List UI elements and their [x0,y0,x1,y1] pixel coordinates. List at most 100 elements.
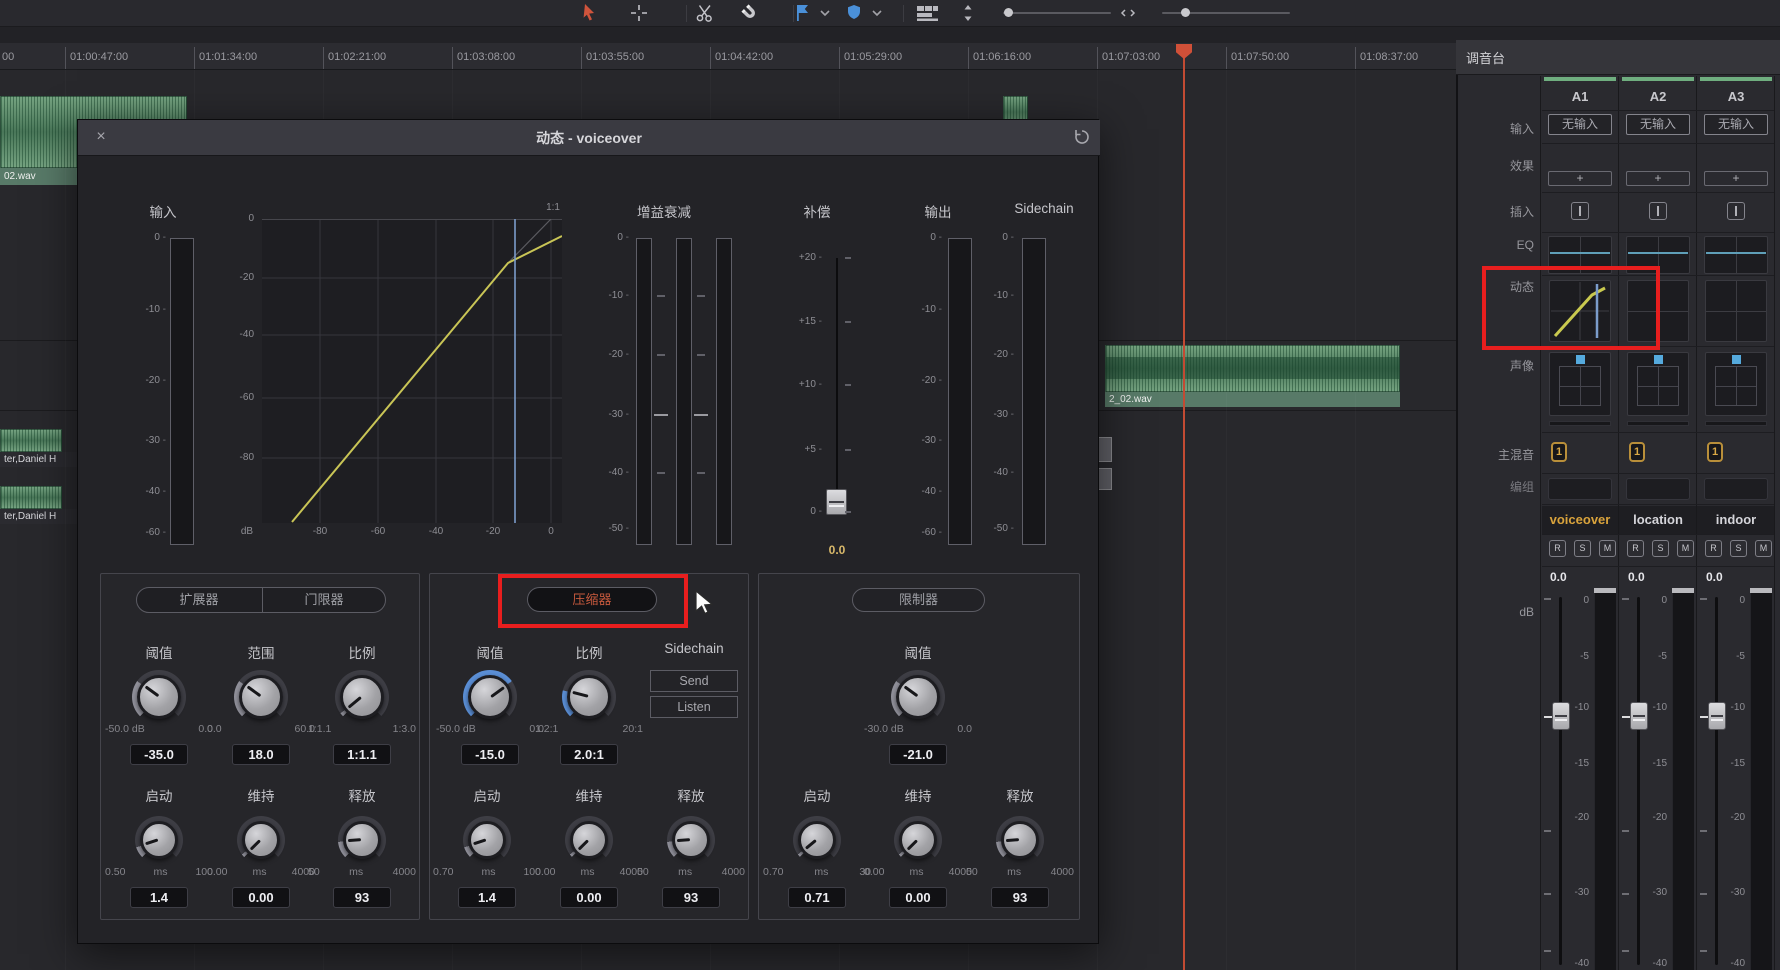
record-arm-button[interactable]: R [1705,540,1722,557]
expander-hold-value[interactable]: 0.00 [232,887,290,908]
compressor-threshold-value[interactable]: -15.0 [461,744,519,765]
makeup-value[interactable]: 0.0 [812,543,862,559]
tab-gate[interactable]: 门限器 [263,588,385,612]
compressor-attack-value[interactable]: 1.4 [458,887,516,908]
pan-thumbnail[interactable] [1627,352,1689,416]
add-effect-button[interactable]: + [1548,171,1612,186]
track-name[interactable]: voiceover [1542,511,1618,529]
compressor-ratio-value[interactable]: 2.0:1 [560,744,618,765]
compressor-release-knob[interactable] [672,821,710,859]
audio-clip[interactable] [0,486,62,509]
flag-icon[interactable] [792,2,818,25]
track-height-icon[interactable] [960,2,986,25]
transfer-curve-graph[interactable] [262,219,562,523]
limiter-threshold-value[interactable]: -21.0 [889,744,947,765]
eq-thumbnail[interactable] [1704,236,1768,274]
expander-ratio-knob[interactable] [340,675,384,719]
pan-slider[interactable] [1705,421,1767,426]
track-layout-icon[interactable] [915,2,941,25]
expander-attack-knob[interactable] [140,821,178,859]
main-bus-badge[interactable]: 1 [1707,442,1723,462]
limiter-release-knob[interactable] [1001,821,1039,859]
expander-release-knob[interactable] [343,821,381,859]
limiter-attack-value[interactable]: 0.71 [788,887,846,908]
compressor-attack-knob[interactable] [468,821,506,859]
group-box[interactable] [1704,478,1768,500]
trim-edit-icon[interactable] [628,2,654,25]
zoom-slider[interactable] [1003,8,1111,19]
fader-track[interactable] [1559,597,1562,965]
group-box[interactable] [1548,478,1612,500]
makeup-slider-handle[interactable] [826,489,847,515]
razor-icon[interactable] [694,2,720,25]
limiter-attack-knob[interactable] [798,821,836,859]
mute-button[interactable]: M [1677,540,1694,557]
timeline-ruler[interactable]: 01:00:47:0001:01:34:0001:02:21:0001:03:0… [0,43,1456,70]
group-box[interactable] [1626,478,1690,500]
add-effect-button[interactable]: + [1626,171,1690,186]
solo-button[interactable]: S [1730,540,1747,557]
chevron-down-icon[interactable] [870,2,896,25]
channel-header[interactable]: A1 [1542,84,1618,109]
main-bus-badge[interactable]: 1 [1551,442,1567,462]
expander-threshold-knob[interactable] [137,675,181,719]
snap-magnet-icon[interactable] [739,2,765,25]
audio-clip[interactable] [0,429,62,452]
compressor-release-value[interactable]: 93 [662,887,720,908]
limiter-hold-knob[interactable] [899,821,937,859]
record-arm-button[interactable]: R [1627,540,1644,557]
insert-toggle-button[interactable] [1649,202,1667,220]
compressor-hold-knob[interactable] [570,821,608,859]
playhead-line[interactable] [1183,57,1185,970]
track-name[interactable]: indoor [1698,511,1774,529]
marker-icon[interactable] [843,2,869,25]
insert-toggle-button[interactable] [1571,202,1589,220]
expander-ratio-value[interactable]: 1:1.1 [333,744,391,765]
limiter-hold-value[interactable]: 0.00 [889,887,947,908]
mute-button[interactable]: M [1755,540,1772,557]
insert-toggle-button[interactable] [1727,202,1745,220]
track-name[interactable]: location [1620,511,1696,529]
expander-range-value[interactable]: 18.0 [232,744,290,765]
input-select-button[interactable]: 无输入 [1626,114,1690,135]
input-select-button[interactable]: 无输入 [1548,114,1612,135]
tab-limiter[interactable]: 限制器 [852,588,985,612]
expander-threshold-value[interactable]: -35.0 [130,744,188,765]
makeup-slider-track[interactable] [836,258,838,510]
expander-release-value[interactable]: 93 [333,887,391,908]
pan-slider[interactable] [1627,421,1689,426]
horizontal-zoom-icon[interactable] [1118,2,1144,25]
dynamics-thumbnail[interactable] [1705,280,1767,342]
fader-handle[interactable] [1552,702,1570,730]
detail-zoom-slider[interactable] [1162,8,1290,19]
reset-icon[interactable] [1072,127,1092,147]
add-effect-button[interactable]: + [1704,171,1768,186]
fader-handle[interactable] [1708,702,1726,730]
solo-button[interactable]: S [1652,540,1669,557]
chevron-down-icon[interactable] [818,2,844,25]
close-icon[interactable]: × [92,128,110,146]
tab-expander[interactable]: 扩展器 [137,588,261,612]
compressor-threshold-knob[interactable] [468,675,512,719]
solo-button[interactable]: S [1574,540,1591,557]
limiter-release-value[interactable]: 93 [991,887,1049,908]
dialog-header[interactable]: 动态 - voiceover × [78,120,1100,156]
limiter-threshold-knob[interactable] [896,675,940,719]
channel-header[interactable]: A2 [1620,84,1696,109]
sidechain-send-button[interactable]: Send [650,670,738,692]
record-arm-button[interactable]: R [1549,540,1566,557]
main-bus-badge[interactable]: 1 [1629,442,1645,462]
input-select-button[interactable]: 无输入 [1704,114,1768,135]
mute-button[interactable]: M [1599,540,1616,557]
pan-thumbnail[interactable] [1549,352,1611,416]
pan-thumbnail[interactable] [1705,352,1767,416]
sidechain-listen-button[interactable]: Listen [650,696,738,718]
fader-handle[interactable] [1630,702,1648,730]
pan-slider[interactable] [1549,421,1611,426]
expander-attack-value[interactable]: 1.4 [130,887,188,908]
expander-range-knob[interactable] [239,675,283,719]
fader-track[interactable] [1637,597,1640,965]
fader-track[interactable] [1715,597,1718,965]
channel-header[interactable]: A3 [1698,84,1774,109]
expander-hold-knob[interactable] [242,821,280,859]
